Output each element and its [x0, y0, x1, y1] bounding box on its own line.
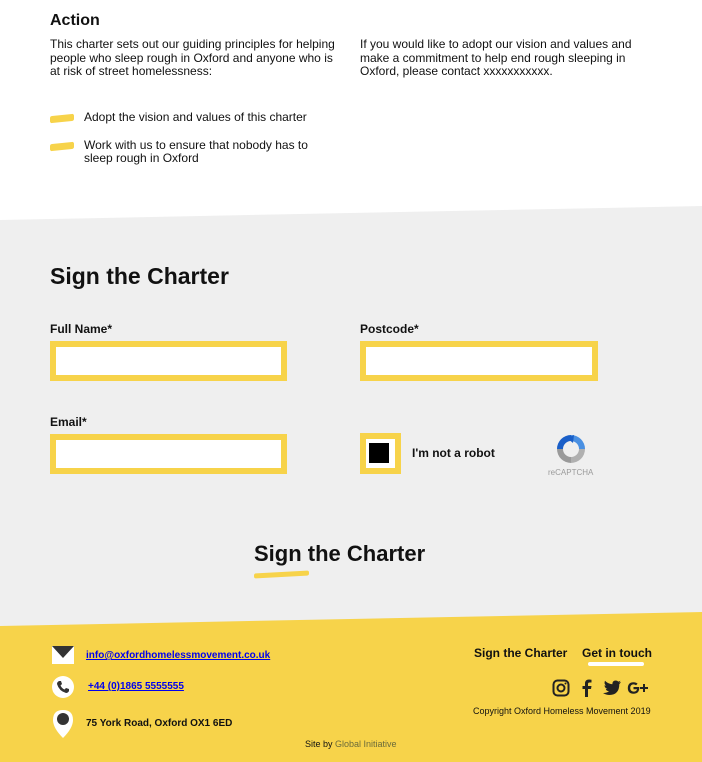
postcode-label: Postcode* — [360, 322, 419, 336]
full-name-input[interactable] — [56, 347, 281, 375]
bullet-item: Work with us to ensure that nobody has t… — [50, 139, 350, 169]
bullet-mark — [50, 113, 74, 124]
recaptcha-icon — [557, 435, 585, 463]
full-name-label: Full Name* — [50, 322, 113, 336]
instagram-icon[interactable] — [552, 679, 570, 697]
captcha-checkbox[interactable] — [360, 433, 401, 474]
email-field-frame — [50, 434, 287, 474]
intro-right-text: If you would like to adopt our vision an… — [360, 37, 632, 78]
email-icon — [52, 646, 74, 664]
intro-left-text: This charter sets out our guiding princi… — [50, 37, 335, 78]
postcode-field-frame — [360, 341, 598, 381]
twitter-icon[interactable] — [602, 679, 622, 697]
copyright-text: Copyright Oxford Homeless Movement 2019 — [473, 706, 651, 716]
sign-charter-submit-button[interactable]: Sign the Charter — [254, 541, 425, 567]
footer-address: 75 York Road, Oxford OX1 6ED — [86, 718, 233, 729]
postcode-input[interactable] — [366, 347, 592, 375]
credit-link[interactable]: Global Initiative — [335, 739, 397, 749]
phone-icon — [52, 676, 74, 698]
credit-prefix: Site by — [305, 739, 333, 749]
full-name-field-frame — [50, 341, 287, 381]
site-credit: Site by Global Initiative — [305, 739, 397, 749]
google-plus-icon[interactable] — [626, 679, 650, 697]
email-input[interactable] — [56, 440, 281, 468]
captcha-check-square — [369, 443, 389, 463]
facebook-icon[interactable] — [578, 679, 596, 697]
bullet-mark — [50, 141, 74, 152]
footer-nav-sign-charter[interactable]: Sign the Charter — [474, 646, 567, 660]
action-heading: Action — [50, 12, 100, 29]
active-nav-underline — [588, 662, 644, 666]
bullet-text: Adopt the vision and values of this char… — [84, 110, 307, 124]
footer-phone-link[interactable]: +44 (0)1865 5555555 — [88, 681, 184, 692]
captcha-label: I'm not a robot — [412, 446, 495, 460]
location-pin-icon — [53, 710, 73, 738]
recaptcha-brand-text: reCAPTCHA — [548, 468, 594, 477]
bullet-item: Adopt the vision and values of this char… — [50, 111, 350, 131]
footer-email-link[interactable]: info@oxfordhomelessmovement.co.uk — [86, 650, 270, 661]
form-heading: Sign the Charter — [50, 263, 229, 289]
footer-nav-get-in-touch[interactable]: Get in touch — [582, 646, 652, 660]
bullet-text: Work with us to ensure that nobody has t… — [84, 138, 308, 165]
email-label: Email* — [50, 415, 87, 429]
